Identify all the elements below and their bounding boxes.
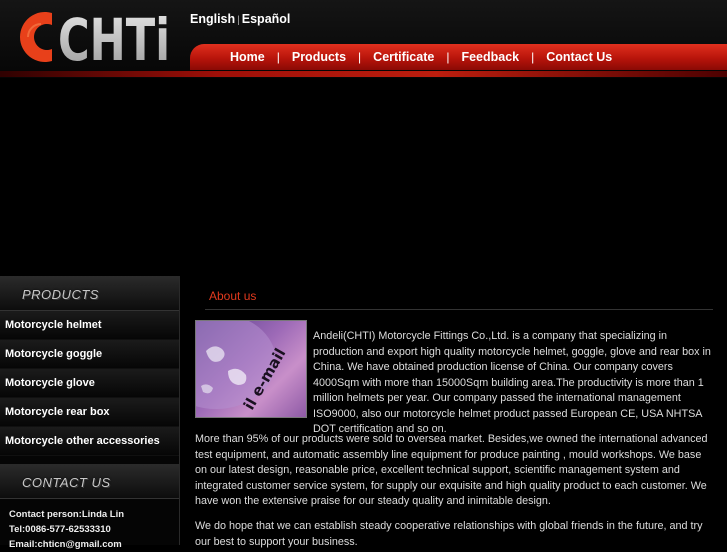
sidebar-item-helmet[interactable]: Motorcycle helmet — [0, 311, 179, 340]
nav-feedback[interactable]: Feedback — [461, 50, 519, 64]
nav-separator: | — [531, 50, 535, 64]
nav-separator: | — [276, 50, 280, 64]
about-paragraph-1: Andeli(CHTI) Motorcycle Fittings Co.,Ltd… — [313, 330, 711, 435]
about-title: About us — [209, 289, 257, 303]
title-divider — [205, 309, 713, 310]
contact-heading: CONTACT US — [0, 464, 179, 499]
lang-english[interactable]: English — [190, 12, 235, 26]
banner-area — [0, 78, 727, 276]
sidebar-item-glove[interactable]: Motorcycle glove — [0, 369, 179, 398]
email-globe-image: il e-mail — [195, 320, 307, 418]
about-paragraph-3: We do hope that we can establish steady … — [195, 520, 703, 548]
nav-home[interactable]: Home — [230, 50, 265, 64]
sidebar-item-other-accessories[interactable]: Motorcycle other accessories — [0, 427, 179, 456]
contact-info: Contact person:Linda Lin Tel:0086-577-62… — [0, 499, 179, 552]
nav-separator: | — [358, 50, 362, 64]
contact-tel: Tel:0086-577-62533310 — [9, 524, 111, 535]
language-switcher: English | Español — [190, 12, 290, 26]
nav-contact-us[interactable]: Contact Us — [546, 50, 612, 64]
nav-separator: | — [446, 50, 450, 64]
contact-person: Contact person:Linda Lin — [9, 509, 125, 520]
products-heading: PRODUCTS — [0, 276, 179, 311]
about-paragraph-2: More than 95% of our products were sold … — [195, 433, 708, 507]
nav-certificate[interactable]: Certificate — [373, 50, 434, 64]
chti-logo[interactable]: CHTi — [14, 8, 174, 66]
logo-text: CHTi — [58, 8, 170, 66]
header-accent-line — [0, 71, 727, 77]
sidebar: PRODUCTS Motorcycle helmet Motorcycle go… — [0, 276, 180, 550]
nav-products[interactable]: Products — [292, 50, 346, 64]
main-nav: Home | Products | Certificate | Feedback… — [190, 44, 727, 70]
site-header: CHTi English | Español Home | Products | C… — [0, 0, 727, 78]
sidebar-item-rear-box[interactable]: Motorcycle rear box — [0, 398, 179, 427]
lang-separator: | — [237, 15, 240, 26]
sidebar-item-goggle[interactable]: Motorcycle goggle — [0, 340, 179, 369]
lang-espanol[interactable]: Español — [242, 12, 291, 26]
